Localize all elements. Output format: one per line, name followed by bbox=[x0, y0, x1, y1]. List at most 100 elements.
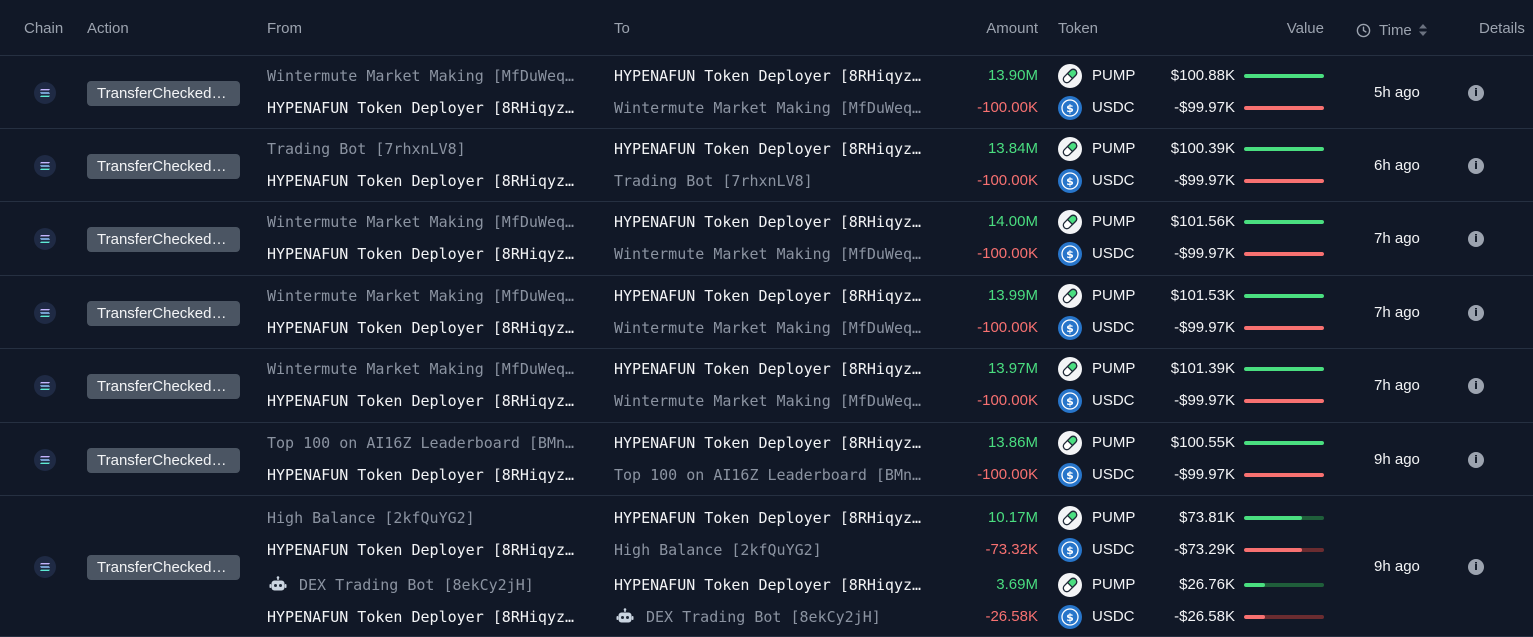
info-icon[interactable]: i bbox=[1468, 157, 1484, 174]
token-symbol[interactable]: PUMP bbox=[1092, 213, 1135, 230]
to-address[interactable]: Wintermute Market Making [MfDuWeq… bbox=[614, 392, 934, 410]
info-icon[interactable]: i bbox=[1468, 451, 1484, 468]
header-action: Action bbox=[87, 20, 129, 37]
from-address[interactable]: HYPENAFUN Token Deployer [8RHiqyz… bbox=[267, 319, 587, 337]
token-symbol[interactable]: PUMP bbox=[1092, 576, 1135, 593]
value-bar-fill bbox=[1244, 106, 1324, 110]
info-icon[interactable]: i bbox=[1468, 558, 1484, 575]
to-address[interactable]: HYPENAFUN Token Deployer [8RHiqyz… bbox=[614, 67, 934, 85]
value-bar-fill bbox=[1244, 473, 1324, 477]
from-address[interactable]: High Balance [2kfQuYG2] bbox=[267, 509, 587, 527]
usdc-icon: $ bbox=[1058, 463, 1082, 487]
token-symbol[interactable]: USDC bbox=[1092, 466, 1135, 483]
token-symbol[interactable]: PUMP bbox=[1092, 509, 1135, 526]
info-icon[interactable]: i bbox=[1468, 378, 1484, 394]
from-address[interactable]: Wintermute Market Making [MfDuWeq… bbox=[267, 213, 587, 231]
to-address[interactable]: High Balance [2kfQuYG2] bbox=[614, 541, 934, 559]
table-row[interactable]: TransferChecked… Wintermute Market Making… bbox=[0, 202, 1533, 276]
action-badge[interactable]: TransferChecked… bbox=[87, 300, 240, 326]
action-badge[interactable]: TransferChecked… bbox=[87, 80, 240, 106]
to-address[interactable]: HYPENAFUN Token Deployer [8RHiqyz… bbox=[614, 140, 934, 158]
to-address[interactable]: Wintermute Market Making [MfDuWeq… bbox=[614, 99, 934, 117]
token-symbol[interactable]: PUMP bbox=[1092, 434, 1135, 451]
transfer-amount: 13.99M bbox=[987, 287, 1038, 304]
value-bar bbox=[1244, 441, 1324, 445]
svg-text:$: $ bbox=[1066, 395, 1074, 408]
to-address[interactable]: HYPENAFUN Token Deployer [8RHiqyz… bbox=[614, 576, 934, 594]
token-symbol[interactable]: USDC bbox=[1092, 392, 1135, 409]
usd-value: -$99.97K bbox=[1174, 466, 1235, 483]
action-badge[interactable]: TransferChecked… bbox=[87, 554, 240, 580]
svg-text:$: $ bbox=[1066, 322, 1074, 335]
token-symbol[interactable]: USDC bbox=[1092, 172, 1135, 189]
from-address[interactable]: DEX Trading Bot [8ekCy2jH] bbox=[267, 576, 587, 594]
token-symbol[interactable]: USDC bbox=[1092, 541, 1135, 558]
token-symbol[interactable]: USDC bbox=[1092, 99, 1135, 116]
token-symbol[interactable]: PUMP bbox=[1092, 67, 1135, 84]
to-address[interactable]: Wintermute Market Making [MfDuWeq… bbox=[614, 245, 934, 263]
pump-pill-icon bbox=[1058, 506, 1082, 530]
to-address[interactable]: HYPENAFUN Token Deployer [8RHiqyz… bbox=[614, 287, 934, 305]
from-address[interactable]: Wintermute Market Making [MfDuWeq… bbox=[267, 360, 587, 378]
to-address[interactable]: Trading Bot [7rhxnLV8] bbox=[614, 172, 934, 190]
to-address[interactable]: DEX Trading Bot [8ekCy2jH] bbox=[614, 608, 934, 626]
from-address[interactable]: Wintermute Market Making [MfDuWeq… bbox=[267, 287, 587, 305]
from-address[interactable]: HYPENAFUN Token Deployer [8RHiqyz… bbox=[267, 466, 587, 484]
table-row[interactable]: TransferChecked… Wintermute Market Making… bbox=[0, 56, 1533, 129]
table-row[interactable]: TransferChecked… Trading Bot [7rhxnLV8] HY… bbox=[0, 129, 1533, 202]
token-symbol[interactable]: PUMP bbox=[1092, 360, 1135, 377]
to-address[interactable]: HYPENAFUN Token Deployer [8RHiqyz… bbox=[614, 509, 934, 527]
transfer-amount: -100.00K bbox=[977, 245, 1038, 262]
usd-value: -$73.29K bbox=[1174, 541, 1235, 558]
from-address[interactable]: Wintermute Market Making [MfDuWeq… bbox=[267, 67, 587, 85]
solana-icon bbox=[34, 555, 56, 578]
value-bar bbox=[1244, 294, 1324, 298]
usdc-icon: $ bbox=[1058, 169, 1082, 193]
from-address[interactable]: HYPENAFUN Token Deployer [8RHiqyz… bbox=[267, 99, 587, 117]
pump-pill-icon bbox=[1058, 431, 1082, 455]
value-bar bbox=[1244, 615, 1324, 619]
transfer-amount: -73.32K bbox=[985, 541, 1038, 558]
from-address[interactable]: Top 100 on AI16Z Leaderboard [BMn… bbox=[267, 434, 587, 452]
action-badge[interactable]: TransferChecked… bbox=[87, 374, 240, 399]
info-icon[interactable]: i bbox=[1468, 231, 1484, 247]
token-symbol[interactable]: USDC bbox=[1092, 319, 1135, 336]
value-bar-fill bbox=[1244, 294, 1324, 298]
table-row[interactable]: TransferChecked… Wintermute Market Making… bbox=[0, 349, 1533, 423]
action-badge[interactable]: TransferChecked… bbox=[87, 227, 240, 252]
to-address[interactable]: HYPENAFUN Token Deployer [8RHiqyz… bbox=[614, 360, 934, 378]
from-address[interactable]: HYPENAFUN Token Deployer [8RHiqyz… bbox=[267, 172, 587, 190]
from-address[interactable]: Trading Bot [7rhxnLV8] bbox=[267, 140, 587, 158]
svg-text:$: $ bbox=[1066, 611, 1074, 624]
transfer-amount: 10.17M bbox=[987, 509, 1038, 526]
table-row[interactable]: TransferChecked… Wintermute Market Making… bbox=[0, 276, 1533, 349]
action-badge[interactable]: TransferChecked… bbox=[87, 153, 240, 179]
info-icon[interactable]: i bbox=[1468, 84, 1484, 101]
token-symbol[interactable]: USDC bbox=[1092, 245, 1135, 262]
header-token: Token bbox=[1058, 20, 1099, 37]
table-row[interactable]: TransferChecked… Top 100 on AI16Z Leaderb… bbox=[0, 423, 1533, 496]
header-details: Details bbox=[1479, 20, 1525, 37]
value-bar-fill bbox=[1244, 220, 1324, 224]
value-bar-fill bbox=[1244, 367, 1324, 371]
to-address[interactable]: HYPENAFUN Token Deployer [8RHiqyz… bbox=[614, 213, 934, 231]
usd-value: -$99.97K bbox=[1174, 392, 1235, 409]
value-bar bbox=[1244, 367, 1324, 371]
to-address[interactable]: HYPENAFUN Token Deployer [8RHiqyz… bbox=[614, 434, 934, 452]
from-address[interactable]: HYPENAFUN Token Deployer [8RHiqyz… bbox=[267, 608, 587, 626]
from-address[interactable]: HYPENAFUN Token Deployer [8RHiqyz… bbox=[267, 541, 587, 559]
value-bar bbox=[1244, 326, 1324, 330]
value-bar bbox=[1244, 583, 1324, 587]
usd-value: $100.39K bbox=[1170, 140, 1235, 157]
token-symbol[interactable]: USDC bbox=[1092, 608, 1135, 625]
table-row[interactable]: TransferChecked… High Balance [2kfQuYG2] H… bbox=[0, 496, 1533, 637]
from-address[interactable]: HYPENAFUN Token Deployer [8RHiqyz… bbox=[267, 392, 587, 410]
token-symbol[interactable]: PUMP bbox=[1092, 287, 1135, 304]
time-sort-header[interactable]: Time bbox=[1356, 20, 1428, 40]
action-badge[interactable]: TransferChecked… bbox=[87, 447, 240, 473]
to-address[interactable]: Top 100 on AI16Z Leaderboard [BMn… bbox=[614, 466, 934, 484]
info-icon[interactable]: i bbox=[1468, 304, 1484, 321]
to-address[interactable]: Wintermute Market Making [MfDuWeq… bbox=[614, 319, 934, 337]
from-address[interactable]: HYPENAFUN Token Deployer [8RHiqyz… bbox=[267, 245, 587, 263]
token-symbol[interactable]: PUMP bbox=[1092, 140, 1135, 157]
